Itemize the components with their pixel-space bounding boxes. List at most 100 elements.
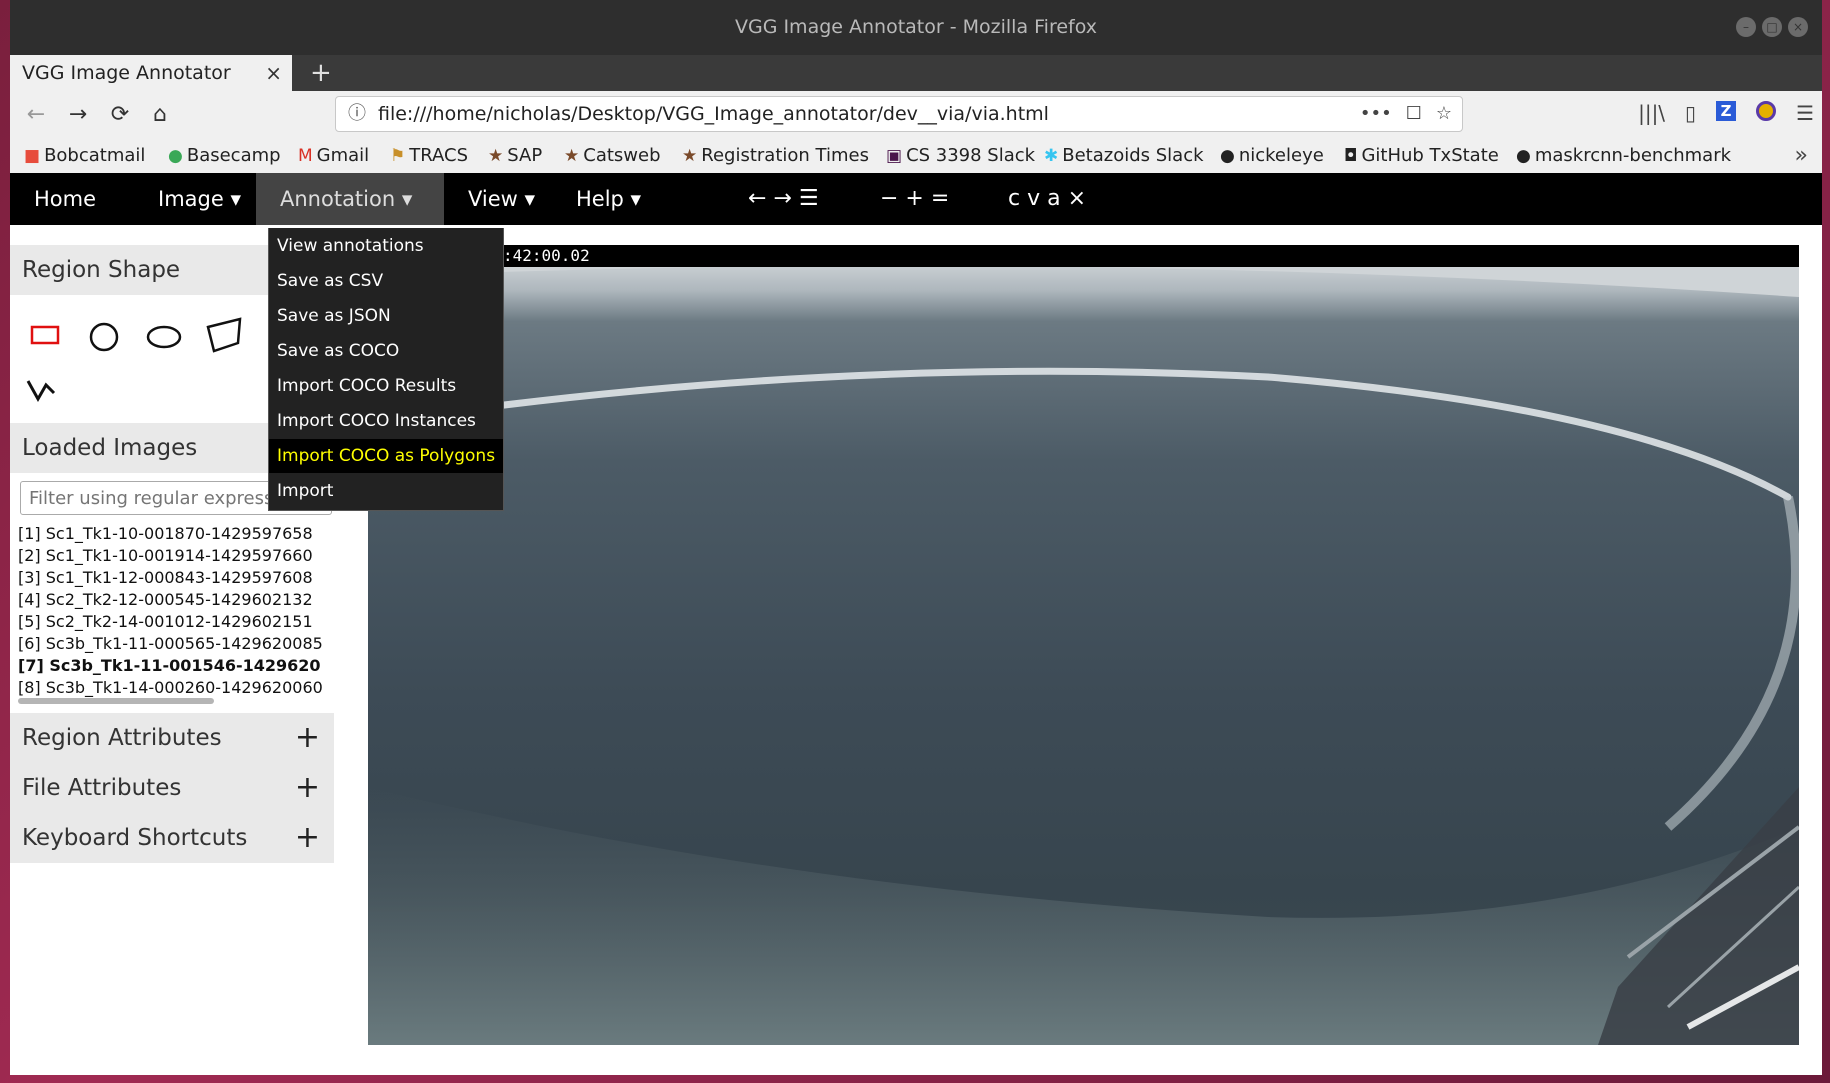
bookmark-star-icon[interactable]: ☆	[1436, 97, 1452, 131]
bookmark-label: CS 3398 Slack	[906, 145, 1036, 166]
star-icon: ★	[564, 146, 580, 166]
pocket-icon[interactable]: ☐	[1406, 97, 1422, 131]
polyline-shape-icon[interactable]	[24, 375, 64, 405]
bookmark-catsweb[interactable]: ★ Catsweb	[564, 145, 661, 166]
list-item[interactable]: [4] Sc2_Tk2-12-000545-1429602132	[18, 589, 326, 611]
close-window-button[interactable]: ×	[1788, 17, 1808, 37]
bookmark-basecamp[interactable]: ● Basecamp	[168, 145, 281, 166]
bookmark-sap[interactable]: ★ SAP	[488, 145, 542, 166]
menu-item-view-annotations[interactable]: View annotations	[277, 229, 497, 263]
sidebar-icon[interactable]: ▯	[1685, 101, 1696, 125]
minimize-button[interactable]: –	[1736, 17, 1756, 37]
bookmark-gmail[interactable]: M Gmail	[298, 145, 369, 166]
reload-icon[interactable]: ⟳	[102, 97, 138, 133]
edit-tools[interactable]: c v a ×	[1008, 173, 1086, 225]
annotated-image[interactable]	[368, 267, 1799, 1045]
url-bar[interactable]: ⓘ file:///home/nicholas/Desktop/VGG_Imag…	[335, 96, 1463, 132]
annotation-dropdown-menu: View annotations Save as CSV Save as JSO…	[268, 228, 504, 511]
ellipse-shape-icon[interactable]	[146, 323, 184, 353]
browser-window: VGG Image Annotator - Mozilla Firefox – …	[10, 0, 1822, 1075]
window-controls: – □ ×	[1736, 17, 1808, 37]
hamburger-menu-icon[interactable]: ☰	[1796, 101, 1814, 125]
library-icon[interactable]: |||\	[1638, 101, 1665, 125]
sea-wake-picture	[368, 267, 1799, 1045]
bookmark-tracs[interactable]: ⚑ TRACS	[390, 145, 468, 166]
home-icon[interactable]: ⌂	[142, 97, 178, 133]
menu-item-import-coco-results[interactable]: Import COCO Results	[277, 369, 497, 403]
menu-item-import-coco-polygons[interactable]: Import COCO as Polygons	[269, 439, 503, 473]
navigation-tools[interactable]: ← → ☰	[748, 173, 819, 225]
menu-item-import-coco-instances[interactable]: Import COCO Instances	[277, 404, 497, 438]
bookmark-label: GitHub TxState	[1361, 145, 1499, 166]
github-icon: ●	[1220, 146, 1235, 166]
bookmark-label: Catsweb	[583, 145, 661, 166]
image-list: [1] Sc1_Tk1-10-001870-1429597658 [2] Sc1…	[18, 523, 326, 699]
bookmark-bobcatmail[interactable]: ■ Bobcatmail	[24, 145, 145, 166]
list-item[interactable]: [8] Sc3b_Tk1-14-000260-1429620060	[18, 677, 326, 699]
star-icon: ★	[488, 146, 504, 166]
tab-label: VGG Image Annotator	[22, 62, 231, 84]
tab-close-icon[interactable]: ×	[265, 55, 282, 91]
bookmark-label: nickeleye	[1238, 145, 1324, 166]
bookmarks-overflow-icon[interactable]: »	[1795, 143, 1808, 168]
image-timestamp-bar: :42:00.02	[368, 245, 1799, 267]
page-actions-icon[interactable]: •••	[1360, 97, 1392, 131]
gmail-icon: M	[298, 146, 313, 166]
tracs-icon: ⚑	[390, 146, 406, 166]
panel-title: Keyboard Shortcuts	[22, 825, 248, 851]
bookmark-label: Bobcatmail	[44, 145, 146, 166]
menu-view[interactable]: View ▾	[444, 173, 559, 225]
file-attributes-header[interactable]: File Attributes +	[10, 763, 334, 813]
bookmark-registration-times[interactable]: ★ Registration Times	[682, 145, 869, 166]
menu-item-import[interactable]: Import	[277, 474, 497, 508]
bookmarks-toolbar: ■ Bobcatmail ● Basecamp M Gmail ⚑ TRACS ★ SAP…	[10, 139, 1822, 173]
info-icon[interactable]: ⓘ	[348, 97, 366, 131]
list-item[interactable]: [1] Sc1_Tk1-10-001870-1429597658	[18, 523, 326, 545]
slack-icon: ▣	[886, 146, 903, 166]
plus-icon[interactable]: +	[295, 813, 320, 863]
bookmark-label: Gmail	[316, 145, 370, 166]
menu-annotation[interactable]: Annotation ▾	[256, 173, 444, 225]
list-item[interactable]: [5] Sc2_Tk2-14-001012-1429602151	[18, 611, 326, 633]
rectangle-shape-icon[interactable]	[30, 323, 62, 347]
bookmark-github-txstate[interactable]: ◘ GitHub TxState	[1344, 145, 1499, 166]
bookmark-nickeleye[interactable]: ● nickeleye	[1220, 145, 1324, 166]
plus-icon[interactable]: +	[295, 713, 320, 763]
bookmark-label: Registration Times	[701, 145, 869, 166]
toolbar-right: |||\ ▯ Z ☰	[1638, 101, 1814, 125]
list-item[interactable]: [2] Sc1_Tk1-10-001914-1429597660	[18, 545, 326, 567]
bookmark-label: TRACS	[409, 145, 469, 166]
github-icon: ◘	[1344, 146, 1358, 166]
bookmark-betazoids-slack[interactable]: ✱ Betazoids Slack	[1044, 145, 1204, 166]
menu-help[interactable]: Help ▾	[552, 173, 665, 225]
region-attributes-header[interactable]: Region Attributes +	[10, 713, 334, 763]
forward-arrow-icon[interactable]: →	[60, 97, 96, 133]
bookmark-label: SAP	[507, 145, 543, 166]
menu-item-save-json[interactable]: Save as JSON	[277, 299, 497, 333]
image-canvas[interactable]: :42:00.02	[368, 245, 1799, 1045]
new-tab-button[interactable]: +	[310, 55, 332, 91]
url-text[interactable]: file:///home/nicholas/Desktop/VGG_Image_…	[378, 97, 1049, 131]
extension-icon[interactable]	[1756, 101, 1777, 121]
keyboard-shortcuts-header[interactable]: Keyboard Shortcuts +	[10, 813, 334, 863]
plus-icon[interactable]: +	[295, 763, 320, 813]
maximize-button[interactable]: □	[1762, 17, 1782, 37]
slack-icon: ✱	[1044, 146, 1059, 166]
back-arrow-icon[interactable]: ←	[18, 97, 54, 133]
menu-item-save-csv[interactable]: Save as CSV	[277, 264, 497, 298]
list-item[interactable]: [3] Sc1_Tk1-12-000843-1429597608	[18, 567, 326, 589]
tab-via[interactable]: VGG Image Annotator ×	[10, 55, 292, 91]
menu-home[interactable]: Home	[10, 173, 120, 225]
circle-shape-icon[interactable]	[88, 321, 122, 355]
bookmark-cs3398-slack[interactable]: ▣ CS 3398 Slack	[886, 145, 1035, 166]
list-item[interactable]: [6] Sc3b_Tk1-11-000565-1429620085	[18, 633, 326, 655]
panel-title: File Attributes	[22, 775, 182, 801]
polygon-shape-icon[interactable]	[204, 315, 244, 355]
list-item-selected[interactable]: [7] Sc3b_Tk1-11-001546-1429620	[18, 655, 326, 677]
horizontal-scrollbar[interactable]	[18, 698, 214, 704]
zoom-tools[interactable]: − + =	[880, 173, 949, 225]
zotero-icon[interactable]: Z	[1716, 101, 1737, 121]
menu-item-save-coco[interactable]: Save as COCO	[277, 334, 497, 368]
bookmark-maskrcnn-benchmark[interactable]: ● maskrcnn-benchmark	[1516, 145, 1731, 166]
menu-image[interactable]: Image ▾	[134, 173, 265, 225]
